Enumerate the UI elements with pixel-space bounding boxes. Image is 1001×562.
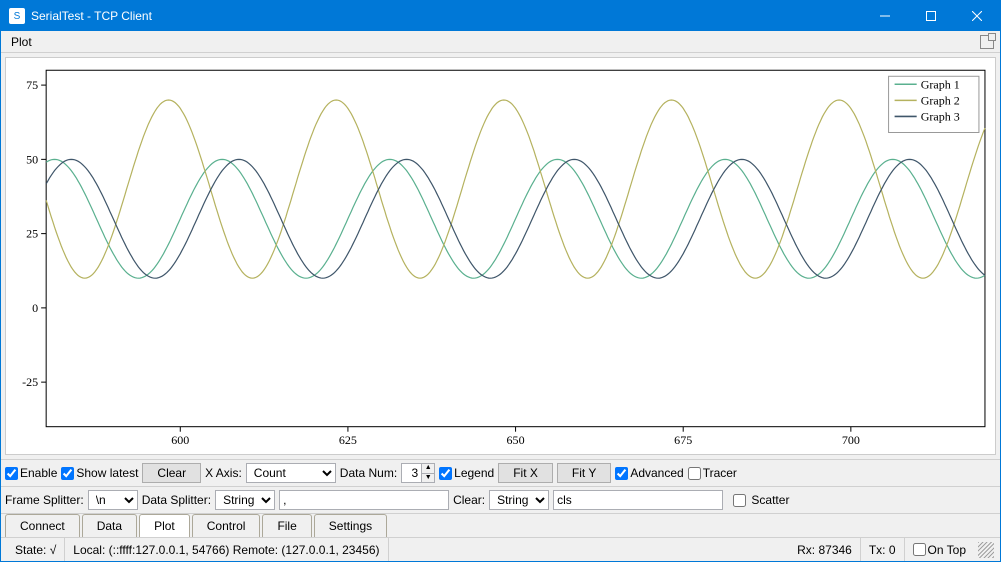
svg-text:Graph 2: Graph 2 [921, 93, 960, 107]
svg-text:-25: -25 [22, 375, 38, 389]
tab-data[interactable]: Data [82, 514, 137, 537]
frame-splitter-select[interactable]: \n [88, 490, 138, 510]
statusbar: State: √ Local: (::ffff:127.0.0.1, 54766… [1, 537, 1000, 561]
plot-canvas[interactable]: -25 0 25 50 75 600 625 650 675 700 Graph 1 Graph 2 G… [6, 58, 995, 454]
spin-down-icon[interactable]: ▼ [421, 473, 435, 483]
clear-button[interactable]: Clear [142, 463, 201, 483]
data-num-spinner[interactable]: ▲▼ [401, 463, 435, 483]
enable-checkbox[interactable]: Enable [5, 466, 57, 480]
tab-settings[interactable]: Settings [314, 514, 387, 537]
fit-y-button[interactable]: Fit Y [557, 463, 611, 483]
plot-toolbar-1: Enable Show latest Clear X Axis: Count D… [1, 459, 1000, 486]
frame-splitter-label: Frame Splitter: [5, 493, 84, 507]
status-tx: Tx: 0 [861, 538, 905, 561]
data-splitter-type-select[interactable]: String [215, 490, 275, 510]
data-num-input[interactable] [401, 463, 421, 483]
minimize-button[interactable] [862, 1, 908, 31]
status-state: State: √ [7, 538, 65, 561]
app-window: S SerialTest - TCP Client Plot -25 0 25 50 7… [0, 0, 1001, 562]
titlebar[interactable]: S SerialTest - TCP Client [1, 1, 1000, 31]
legend-checkbox[interactable]: Legend [439, 466, 494, 480]
tab-plot[interactable]: Plot [139, 514, 190, 537]
data-num-label: Data Num: [340, 466, 397, 480]
status-rx: Rx: 87346 [789, 538, 861, 561]
tab-connect[interactable]: Connect [5, 514, 80, 537]
on-top-checkbox[interactable]: On Top [905, 538, 974, 561]
window-title: SerialTest - TCP Client [31, 9, 862, 23]
bottom-tabs: ConnectDataPlotControlFileSettings [1, 513, 1000, 537]
svg-text:0: 0 [32, 301, 38, 315]
svg-text:600: 600 [171, 433, 189, 447]
svg-text:Graph 3: Graph 3 [921, 109, 960, 123]
svg-text:25: 25 [26, 227, 38, 241]
data-splitter-label: Data Splitter: [142, 493, 211, 507]
svg-text:50: 50 [26, 152, 38, 166]
status-connection: Local: (::ffff:127.0.0.1, 54766) Remote:… [65, 538, 388, 561]
plot-toolbar-2: Frame Splitter: \n Data Splitter: String… [1, 486, 1000, 513]
resize-gripper-icon[interactable] [978, 542, 994, 558]
plot-panel-label: Plot [5, 33, 38, 51]
svg-text:625: 625 [339, 433, 357, 447]
tab-control[interactable]: Control [192, 514, 261, 537]
tab-file[interactable]: File [262, 514, 311, 537]
advanced-checkbox[interactable]: Advanced [615, 466, 683, 480]
close-button[interactable] [954, 1, 1000, 31]
maximize-button[interactable] [908, 1, 954, 31]
scatter-checkbox[interactable]: Scatter [733, 493, 789, 507]
spin-up-icon[interactable]: ▲ [421, 463, 435, 473]
svg-text:Graph 1: Graph 1 [921, 77, 960, 91]
tracer-checkbox[interactable]: Tracer [688, 466, 737, 480]
show-latest-checkbox[interactable]: Show latest [61, 466, 138, 480]
fit-x-button[interactable]: Fit X [498, 463, 553, 483]
data-splitter-input[interactable] [279, 490, 449, 510]
xaxis-label: X Axis: [205, 466, 242, 480]
app-icon: S [9, 8, 25, 24]
clear-type-select[interactable]: String [489, 490, 549, 510]
svg-text:650: 650 [507, 433, 525, 447]
svg-text:675: 675 [674, 433, 692, 447]
menubar: Plot [1, 31, 1000, 53]
dock-undock-icon[interactable] [980, 35, 994, 49]
svg-text:700: 700 [842, 433, 860, 447]
plot-area[interactable]: -25 0 25 50 75 600 625 650 675 700 Graph 1 Graph 2 G… [5, 57, 996, 455]
clear-label: Clear: [453, 493, 485, 507]
svg-text:75: 75 [26, 78, 38, 92]
xaxis-select[interactable]: Count [246, 463, 336, 483]
clear-input[interactable] [553, 490, 723, 510]
